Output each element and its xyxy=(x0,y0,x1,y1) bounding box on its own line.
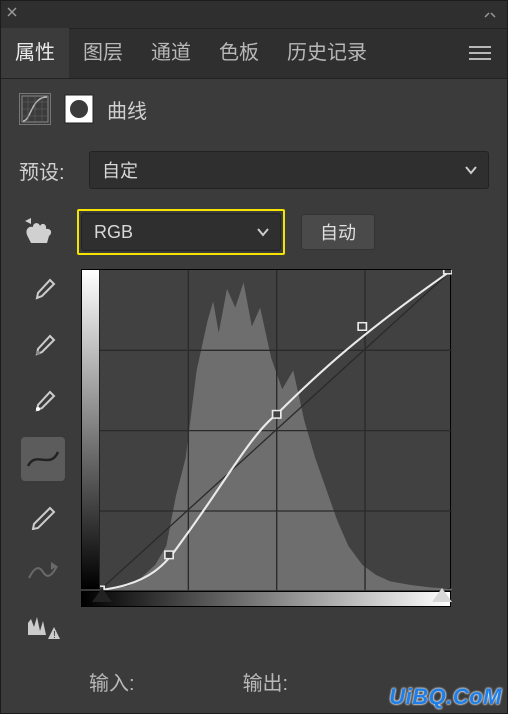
title-bar xyxy=(1,1,507,29)
preset-value: 自定 xyxy=(102,157,138,183)
smooth-tool-icon xyxy=(21,549,65,593)
channel-select[interactable]: RGB xyxy=(81,213,281,251)
adjustment-header: 曲线 xyxy=(19,93,489,125)
pencil-tool-icon[interactable] xyxy=(21,493,65,537)
curve-point-tool-icon[interactable] xyxy=(21,437,65,481)
output-gradient xyxy=(82,270,100,588)
curves-graph[interactable] xyxy=(81,269,451,589)
adjustment-title: 曲线 xyxy=(107,95,147,124)
channel-highlight: RGB xyxy=(77,209,285,255)
eyedropper-black-icon[interactable] xyxy=(21,269,65,313)
layer-mask-icon[interactable] xyxy=(63,93,95,125)
tab-bar: 属性 图层 通道 色板 历史记录 xyxy=(1,29,507,79)
svg-text:!: ! xyxy=(53,630,56,641)
input-gradient[interactable] xyxy=(81,591,451,607)
collapse-icon[interactable] xyxy=(483,10,501,20)
input-value[interactable] xyxy=(143,670,203,694)
tab-swatches[interactable]: 色板 xyxy=(205,28,273,78)
clipping-warning-icon[interactable]: ! xyxy=(21,605,65,649)
tab-channels[interactable]: 通道 xyxy=(137,28,205,78)
curves-graph-wrap xyxy=(81,269,489,649)
output-label: 输出: xyxy=(243,667,289,696)
auto-button[interactable]: 自动 xyxy=(301,214,375,250)
black-point-slider[interactable] xyxy=(92,588,112,602)
properties-content: 曲线 预设: 自定 RGB xyxy=(1,79,507,713)
channel-row: RGB 自动 xyxy=(19,209,489,255)
preset-row: 预设: 自定 xyxy=(19,151,489,189)
tab-layers[interactable]: 图层 xyxy=(69,28,137,78)
preset-label: 预设: xyxy=(19,156,89,185)
white-point-slider[interactable] xyxy=(432,588,452,602)
preset-select[interactable]: 自定 xyxy=(89,151,489,189)
tab-history[interactable]: 历史记录 xyxy=(273,28,381,78)
panel-menu-icon[interactable] xyxy=(453,28,507,78)
curves-toolbar: ! xyxy=(19,269,67,649)
curve-editor: ! xyxy=(19,269,489,649)
chevron-down-icon xyxy=(464,165,478,175)
channel-value: RGB xyxy=(94,222,133,243)
eyedropper-white-icon[interactable] xyxy=(21,381,65,425)
eyedropper-gray-icon[interactable] xyxy=(21,325,65,369)
targeted-adjust-icon[interactable] xyxy=(19,211,61,253)
curves-type-icon[interactable] xyxy=(19,93,51,125)
close-icon[interactable] xyxy=(7,7,23,23)
input-label: 输入: xyxy=(89,667,135,696)
curves-plot[interactable] xyxy=(100,270,450,588)
tab-properties[interactable]: 属性 xyxy=(1,28,69,78)
output-value[interactable] xyxy=(296,670,356,694)
input-output-row: 输入: 输出: xyxy=(19,649,489,702)
chevron-down-icon xyxy=(256,227,270,237)
